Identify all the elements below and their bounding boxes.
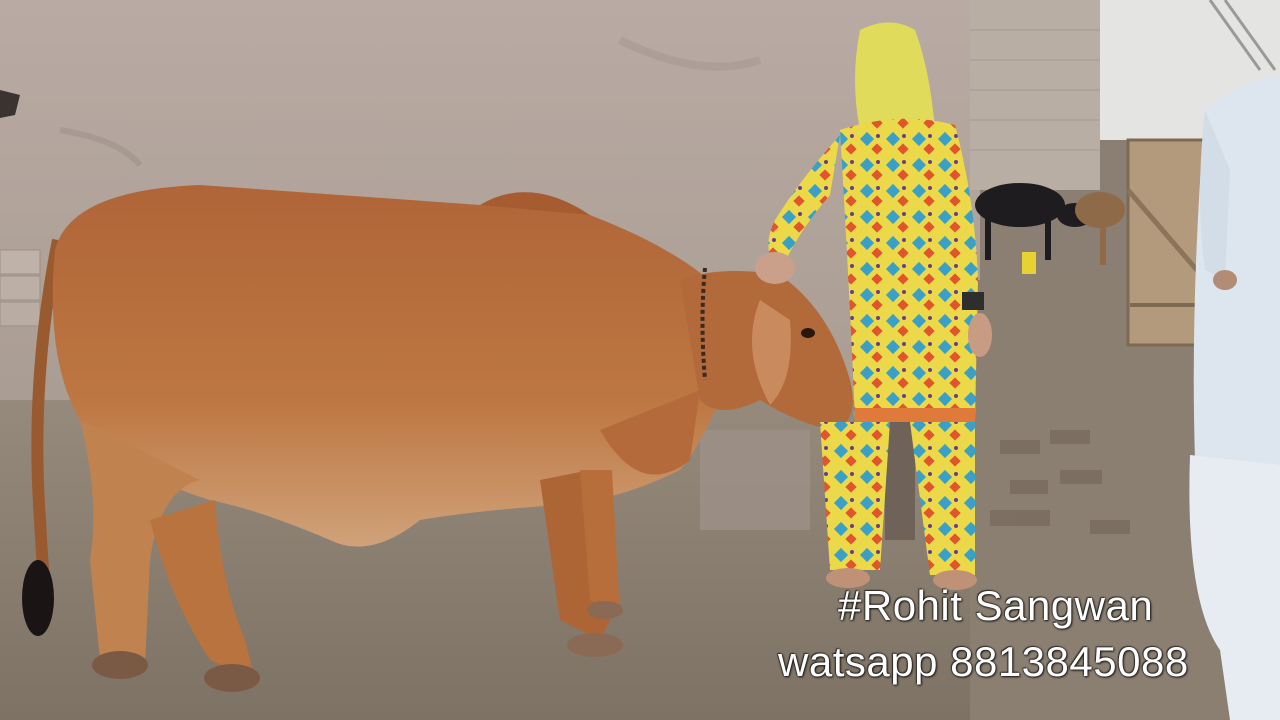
brick-stack: [0, 249, 41, 327]
video-frame: #Rohit Sangwan watsapp 8813845088: [0, 0, 1280, 720]
watermark-contact: watsapp 8813845088: [778, 638, 1189, 685]
watermark-hashtag: #Rohit Sangwan: [838, 582, 1154, 629]
yellow-bucket: [1022, 252, 1036, 274]
background-calf: [1075, 192, 1125, 265]
brick-building: [970, 0, 1100, 190]
background-goat: [975, 183, 1093, 260]
